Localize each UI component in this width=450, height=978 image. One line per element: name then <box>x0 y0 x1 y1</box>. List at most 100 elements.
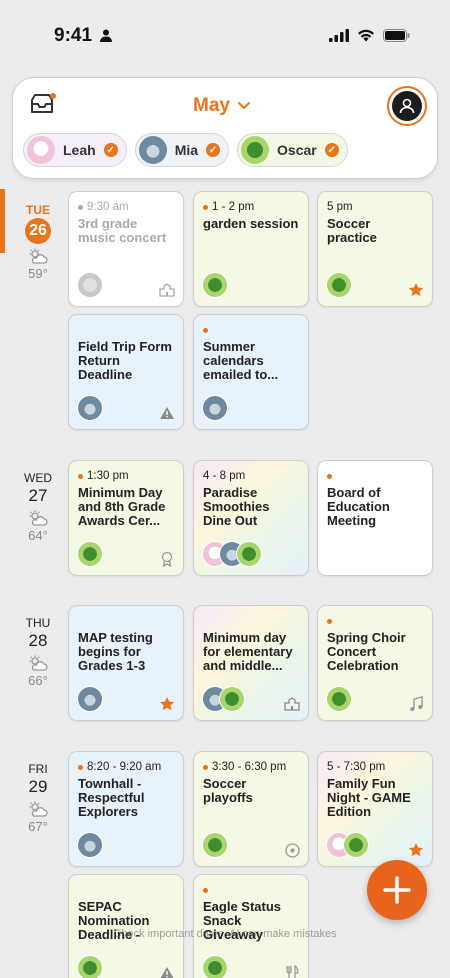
event-attendees <box>202 272 228 298</box>
star-icon <box>159 696 175 712</box>
month-label: May <box>193 95 230 116</box>
partly-sunny-icon <box>12 510 64 526</box>
ghost-avatar <box>77 272 103 298</box>
event-card[interactable]: Board of Education Meeting <box>317 460 433 576</box>
dino-avatar <box>202 955 228 978</box>
event-title: MAP testing begins for Grades 1-3 <box>78 631 153 673</box>
partly-sunny-icon <box>12 801 64 817</box>
partly-sunny-icon <box>12 248 64 264</box>
day-label-wed: WED 27 64° <box>12 471 64 543</box>
person-name: Oscar <box>277 142 317 158</box>
person-filter-chips: Leah ✓ Mia ✓ Oscar ✓ <box>23 133 348 167</box>
event-card[interactable]: 5 pm Soccer practice <box>317 191 433 307</box>
event-title: Townhall - Respectful Explorers <box>78 777 145 819</box>
soccer-ball-icon <box>284 842 300 858</box>
shark-avatar <box>202 395 228 421</box>
status-dot <box>78 204 83 210</box>
event-attendees <box>202 832 228 858</box>
event-card[interactable]: 8:20 - 9:20 am Townhall - Respectful Exp… <box>68 751 184 867</box>
status-dot <box>327 618 332 624</box>
event-attendees <box>77 955 103 978</box>
event-card[interactable]: SEPAC Nomination Deadline - Adam... <box>68 874 184 978</box>
event-time: 4 - 8 pm <box>203 470 246 482</box>
status-dot <box>203 764 208 770</box>
day-of-week: THU <box>25 616 51 630</box>
shark-avatar <box>77 686 103 712</box>
event-title: Board of Education Meeting <box>327 486 390 528</box>
status-dot <box>203 327 208 333</box>
dino-avatar <box>343 832 369 858</box>
event-attendees <box>326 832 369 858</box>
event-card[interactable]: 4 - 8 pm Paradise Smoothies Dine Out <box>193 460 309 576</box>
event-card[interactable]: Field Trip Form Return Deadline <box>68 314 184 430</box>
event-card[interactable]: MAP testing begins for Grades 1-3 <box>68 605 184 721</box>
shark-avatar <box>77 832 103 858</box>
event-time: 5 - 7:30 pm <box>327 761 386 773</box>
event-card[interactable]: 5 - 7:30 pm Family Fun Night - GAME Edit… <box>317 751 433 867</box>
event-card[interactable]: Minimum day for elementary and middle... <box>193 605 309 721</box>
event-time: 1:30 pm <box>87 470 129 482</box>
status-dot <box>203 887 208 893</box>
event-attendees <box>77 395 103 421</box>
event-title: Soccer practice <box>327 217 377 245</box>
person-icon <box>100 29 112 47</box>
shark-avatar <box>138 136 167 164</box>
dino-avatar <box>326 272 352 298</box>
day-of-week: FRI <box>28 762 48 776</box>
warning-icon <box>159 405 175 421</box>
event-attendees <box>326 686 352 712</box>
event-card[interactable]: 3:30 - 6:30 pm Soccer playoffs <box>193 751 309 867</box>
dino-avatar <box>326 686 352 712</box>
event-card[interactable]: Summer calendars emailed to... <box>193 314 309 430</box>
event-card[interactable]: Eagle Status Snack Giveaway <box>193 874 309 978</box>
person-name: Leah <box>63 142 96 158</box>
event-title: Soccer playoffs <box>203 777 253 805</box>
event-time: 5 pm <box>327 201 353 213</box>
account-button[interactable] <box>387 86 427 126</box>
event-attendees <box>77 541 103 567</box>
chevron-down-icon <box>237 102 250 110</box>
event-attendees <box>202 395 228 421</box>
month-selector[interactable]: May <box>193 95 250 117</box>
music-note-icon <box>408 696 424 712</box>
dino-avatar <box>202 272 228 298</box>
school-icon <box>284 696 300 712</box>
dino-avatar <box>219 686 245 712</box>
status-dot <box>78 764 83 770</box>
day-date: 27 <box>28 486 48 505</box>
event-card[interactable]: 9:30 am 3rd grade music concert <box>68 191 184 307</box>
partly-sunny-icon <box>12 655 64 671</box>
event-card[interactable]: Spring Choir Concert Celebration <box>317 605 433 721</box>
event-time: 1 - 2 pm <box>212 201 255 213</box>
award-icon <box>159 551 175 567</box>
status-dot <box>327 473 332 479</box>
check-icon: ✓ <box>103 143 118 157</box>
event-time: 9:30 am <box>87 201 129 213</box>
inbox-button[interactable] <box>29 92 57 118</box>
account-icon <box>392 91 422 121</box>
day-date: 28 <box>28 631 48 650</box>
event-title: garden session <box>203 217 299 231</box>
dino-avatar <box>202 832 228 858</box>
person-chip-oscar[interactable]: Oscar ✓ <box>237 133 348 167</box>
battery-icon <box>383 29 410 47</box>
event-attendees <box>326 272 352 298</box>
event-card[interactable]: 1:30 pm Minimum Day and 8th Grade Awards… <box>68 460 184 576</box>
check-icon: ✓ <box>206 143 221 157</box>
event-title: Paradise Smoothies Dine Out <box>203 486 270 528</box>
day-temperature: 67° <box>28 819 48 834</box>
check-icon: ✓ <box>324 143 339 157</box>
dino-avatar <box>77 541 103 567</box>
cellular-signal-icon <box>329 29 349 47</box>
status-bar: 9:41 <box>0 0 450 72</box>
day-date: 26 <box>25 218 51 244</box>
day-temperature: 64° <box>28 528 48 543</box>
day-label-fri: FRI 29 67° <box>12 762 64 834</box>
day-temperature: 66° <box>28 673 48 688</box>
event-card[interactable]: 1 - 2 pm garden session <box>193 191 309 307</box>
star-icon <box>408 282 424 298</box>
person-chip-leah[interactable]: Leah ✓ <box>23 133 127 167</box>
add-event-button[interactable] <box>367 860 427 920</box>
event-attendees <box>202 955 228 978</box>
person-chip-mia[interactable]: Mia ✓ <box>134 133 230 167</box>
